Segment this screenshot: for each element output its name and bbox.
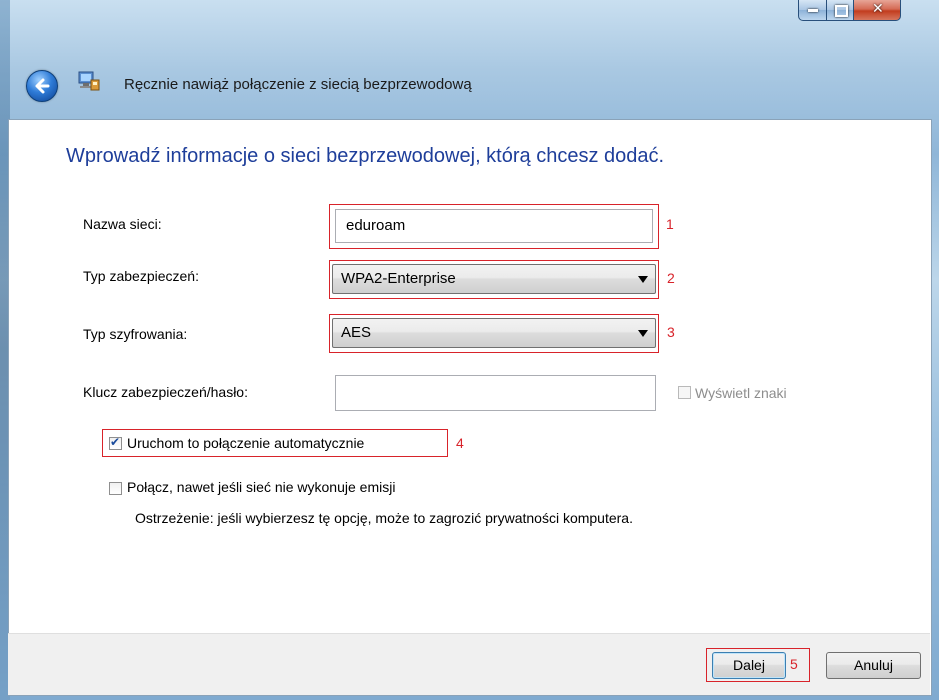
auto-start-checkbox[interactable] <box>109 435 122 450</box>
next-button[interactable]: Dalej <box>712 652 786 679</box>
annotation-2: 2 <box>667 270 675 286</box>
connect-hidden-label: Połącz, nawet jeśli sieć nie wykonuje em… <box>127 479 396 495</box>
network-name-label: Nazwa sieci: <box>83 216 162 232</box>
close-icon: ✕ <box>872 1 884 17</box>
close-button[interactable]: ✕ <box>853 0 901 21</box>
cancel-button[interactable]: Anuluj <box>826 652 921 679</box>
annotation-4: 4 <box>456 435 464 451</box>
auto-start-label: Uruchom to połączenie automatycznie <box>127 435 365 451</box>
maximize-icon <box>835 5 848 17</box>
minimize-icon <box>808 9 818 12</box>
annotation-5: 5 <box>790 656 798 672</box>
maximize-button[interactable] <box>826 0 854 21</box>
chevron-down-icon <box>638 330 648 337</box>
network-name-input[interactable]: eduroam <box>335 209 653 243</box>
wireless-network-icon <box>77 69 101 95</box>
dialog-window: ✕ Ręcznie nawiąż połączenie z siecią bez… <box>0 0 939 700</box>
chevron-down-icon <box>638 276 648 283</box>
security-type-select[interactable]: WPA2-Enterprise <box>332 264 656 294</box>
connect-hidden-checkbox[interactable] <box>109 482 122 495</box>
encryption-type-select[interactable]: AES <box>332 318 656 348</box>
warning-text: Ostrzeżenie: jeśli wybierzesz tę opcję, … <box>135 510 633 526</box>
back-button[interactable] <box>26 70 58 102</box>
encryption-type-value: AES <box>341 324 372 341</box>
security-key-label: Klucz zabezpieczeń/hasło: <box>83 384 248 400</box>
show-characters-label: Wyświetl znaki <box>695 385 787 401</box>
security-type-label: Typ zabezpieczeń: <box>83 268 199 284</box>
minimize-button[interactable] <box>798 0 827 21</box>
security-key-input[interactable] <box>335 375 656 411</box>
page-heading: Wprowadź informacje o sieci bezprzewodow… <box>66 145 665 167</box>
security-type-value: WPA2-Enterprise <box>341 270 456 287</box>
back-arrow-icon <box>35 78 50 94</box>
window-title: Ręcznie nawiąż połączenie z siecią bezpr… <box>124 76 472 93</box>
encryption-type-label: Typ szyfrowania: <box>83 326 188 342</box>
annotation-3: 3 <box>667 324 675 340</box>
annotation-1: 1 <box>666 216 674 232</box>
show-characters-checkbox[interactable] <box>678 386 691 399</box>
